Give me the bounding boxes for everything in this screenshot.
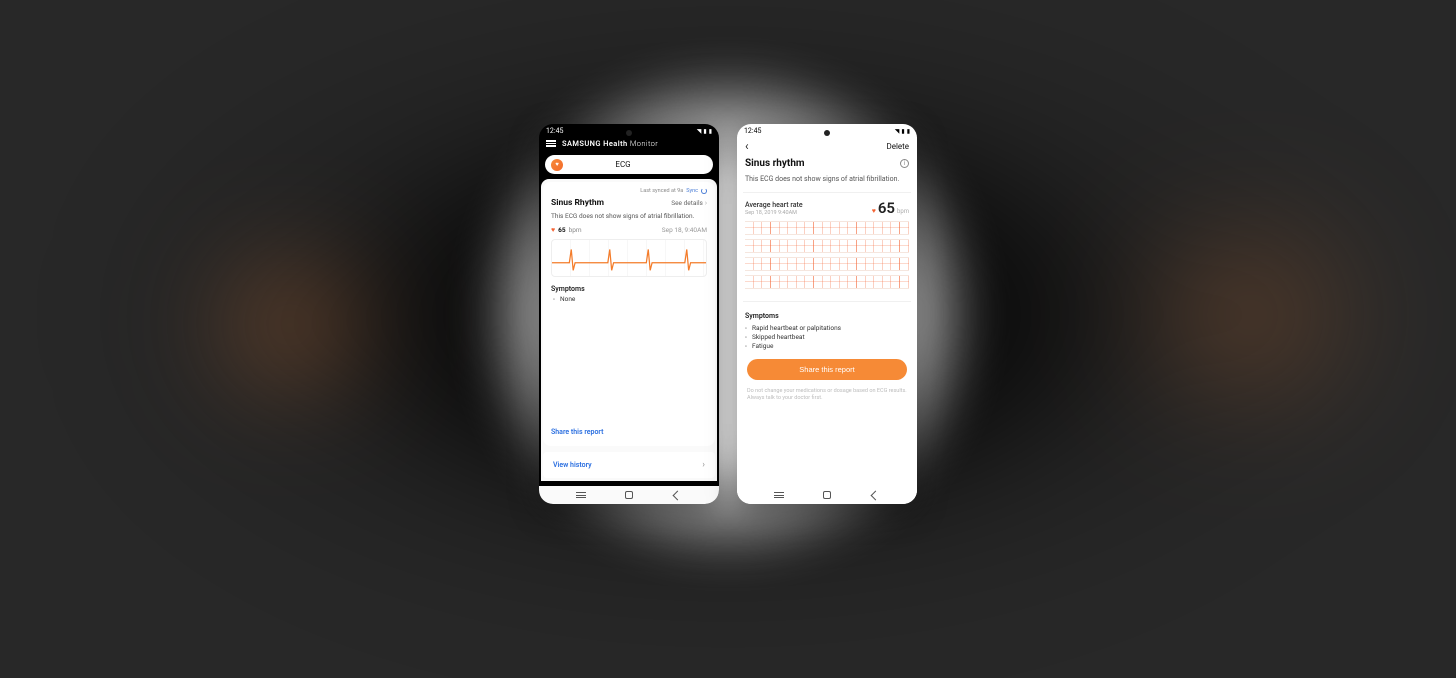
view-history-button[interactable]: View history › (543, 452, 715, 478)
symptoms-title: Symptoms (743, 312, 911, 320)
menu-icon[interactable] (546, 140, 556, 146)
bpm-unit: bpm (897, 208, 909, 215)
result-card: Last synced at 9a Sync Sinus Rhythm See … (543, 182, 715, 446)
heart-rate-row: ♥ 65 bpm Sep 18, 9:40AM (551, 226, 707, 234)
chevron-right-icon: › (702, 460, 705, 470)
rhythm-title: Sinus Rhythm (551, 198, 604, 208)
ecg-waveform-row (745, 221, 909, 235)
delete-button[interactable]: Delete (886, 142, 909, 151)
ecg-waveform-row (745, 257, 909, 271)
ecg-waveform-row (745, 275, 909, 289)
top-bar: ‹ Delete (743, 137, 911, 158)
bpm-unit: bpm (569, 226, 582, 234)
mode-pill[interactable]: ♥ ECG (545, 155, 713, 174)
rhythm-title: Sinus rhythm (745, 158, 805, 169)
ahr-label: Average heart rate (745, 201, 803, 209)
disclaimer-text: Do not change your medications or dosage… (743, 388, 911, 408)
result-description: This ECG does not show signs of atrial f… (551, 212, 707, 220)
ahr-row: Average heart rate Sep 18, 2019 9:40AM ♥… (745, 199, 909, 217)
battery-icon: ▮ (709, 128, 712, 135)
wifi-icon: ◥ (895, 128, 900, 135)
phone-overview: 12:45 ◥ ▮ ▮ SAMSUNG Health Monitor ♥ ECG… (539, 124, 719, 504)
history-label: View history (553, 461, 592, 469)
symptom-item: Fatigue (745, 342, 909, 351)
chevron-right-icon: › (705, 199, 707, 207)
phone-detail: 12:45 ◥ ▮ ▮ ‹ Delete Sinus rhythm i This… (737, 124, 917, 504)
nav-back-button[interactable] (670, 490, 684, 500)
nav-bar (539, 486, 719, 504)
signal-icon: ▮ (703, 128, 706, 135)
nav-back-button[interactable] (868, 490, 882, 500)
symptom-item: Rapid heartbeat or palpitations (745, 324, 909, 333)
symptoms-list: Rapid heartbeat or palpitations Skipped … (743, 322, 911, 351)
battery-icon: ▮ (907, 128, 910, 135)
mode-label: ECG (557, 160, 689, 169)
sync-prefix: Last synced at 9a (640, 188, 683, 194)
sync-button[interactable]: Sync (686, 188, 698, 194)
camera-hole (626, 130, 632, 136)
nav-recents-button[interactable] (574, 490, 588, 500)
nav-home-button[interactable] (820, 490, 834, 500)
share-report-link[interactable]: Share this report (551, 420, 707, 440)
nav-recents-button[interactable] (772, 490, 786, 500)
detail-screen: ‹ Delete Sinus rhythm i This ECG does no… (737, 137, 917, 504)
status-time: 12:45 (744, 127, 761, 135)
see-details-link[interactable]: See details › (671, 199, 707, 207)
result-description: This ECG does not show signs of atrial f… (745, 175, 909, 184)
bpm-value: 65 (558, 226, 565, 234)
back-button[interactable]: ‹ (745, 140, 749, 152)
status-time: 12:45 (546, 127, 563, 135)
status-icons: ◥ ▮ ▮ (895, 128, 910, 135)
camera-hole (824, 130, 830, 136)
wifi-icon: ◥ (697, 128, 702, 135)
heart-icon: ♥ (551, 226, 555, 234)
timestamp: Sep 18, 9:40AM (662, 226, 707, 234)
nav-home-button[interactable] (622, 490, 636, 500)
share-report-button[interactable]: Share this report (747, 359, 907, 380)
app-title: SAMSUNG Health Monitor (562, 139, 658, 148)
signal-icon: ▮ (901, 128, 904, 135)
symptom-item: None (553, 295, 707, 304)
symptom-item: Skipped heartbeat (745, 333, 909, 342)
heart-rate-panel: Average heart rate Sep 18, 2019 9:40AM ♥… (743, 192, 911, 302)
card-header: Sinus Rhythm See details › (551, 198, 707, 208)
bpm-value: 65 (878, 199, 895, 217)
info-icon[interactable]: i (900, 159, 909, 168)
ecg-waveform-row (745, 239, 909, 253)
ecg-waveform (551, 239, 707, 277)
symptoms-title: Symptoms (551, 285, 707, 293)
status-icons: ◥ ▮ ▮ (697, 128, 712, 135)
sync-icon (701, 188, 707, 194)
heart-icon: ♥ (872, 207, 876, 215)
main-panel: Last synced at 9a Sync Sinus Rhythm See … (541, 179, 717, 481)
symptoms-list: None (551, 295, 707, 304)
ahr-timestamp: Sep 18, 2019 9:40AM (745, 210, 803, 216)
sync-row: Last synced at 9a Sync (551, 188, 707, 194)
nav-bar (737, 486, 917, 504)
title-row: Sinus rhythm i (743, 158, 911, 169)
app-bar: SAMSUNG Health Monitor (539, 137, 719, 152)
